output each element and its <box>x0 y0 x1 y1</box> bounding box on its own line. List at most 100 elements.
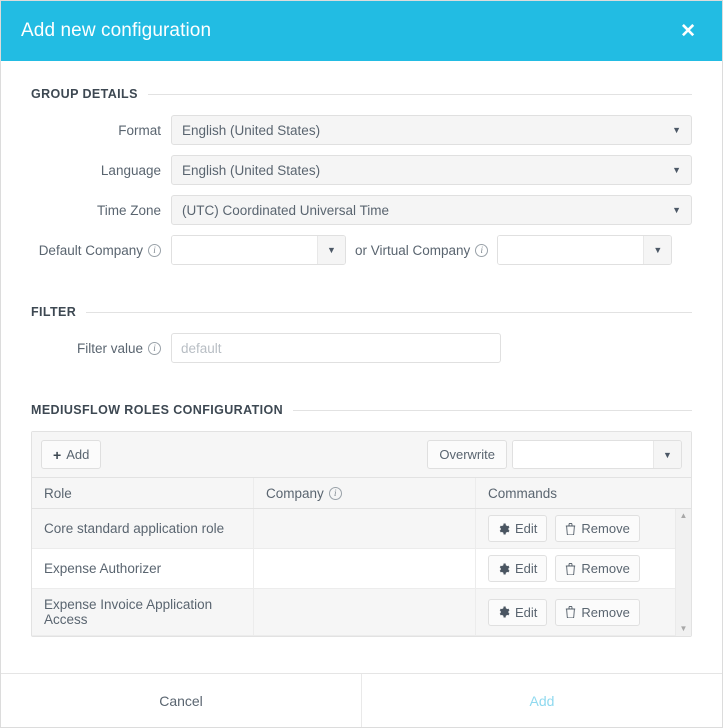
form-row-format: Format English (United States) ▼ <box>31 115 692 145</box>
gear-icon <box>498 522 510 535</box>
language-value: English (United States) <box>182 162 321 178</box>
section-header-filter: FILTER <box>31 305 692 319</box>
section-header-roles: MEDIUSFLOW ROLES CONFIGURATION <box>31 403 692 417</box>
row-commands: Edit Remove <box>476 509 691 548</box>
row-company <box>254 549 476 588</box>
section-title: MEDIUSFLOW ROLES CONFIGURATION <box>31 403 284 417</box>
edit-label: Edit <box>515 521 538 536</box>
info-icon[interactable]: i <box>328 486 342 500</box>
dialog-titlebar: Add new configuration ✕ <box>1 1 722 61</box>
add-button[interactable]: Add <box>362 674 722 727</box>
info-icon[interactable]: i <box>148 243 161 257</box>
form-row-filter-value: Filter value i <box>31 333 692 363</box>
remove-label: Remove <box>581 561 630 576</box>
or-virtual-company-label: or Virtual Company i <box>346 243 497 258</box>
section-title: FILTER <box>31 305 77 319</box>
roles-grid: + Add Overwrite ▼ Role Company i Command… <box>31 431 692 637</box>
virtual-company-value[interactable] <box>498 236 644 264</box>
edit-button[interactable]: Edit <box>488 598 548 626</box>
add-configuration-dialog: Add new configuration ✕ GROUP DETAILS Fo… <box>0 0 723 728</box>
remove-button[interactable]: Remove <box>555 555 640 582</box>
scroll-down-icon[interactable]: ▼ <box>680 625 688 633</box>
timezone-value: (UTC) Coordinated Universal Time <box>182 202 390 218</box>
trash-icon <box>565 606 576 618</box>
trash-icon <box>565 562 576 575</box>
format-value: English (United States) <box>182 122 321 138</box>
row-commands: Edit Remove <box>476 549 691 588</box>
format-select[interactable]: English (United States) ▼ <box>171 115 692 145</box>
remove-button[interactable]: Remove <box>555 598 640 626</box>
default-company-label: Default Company i <box>31 243 171 258</box>
info-icon[interactable]: i <box>148 341 161 355</box>
plus-icon: + <box>53 446 62 463</box>
remove-label: Remove <box>581 521 630 536</box>
or-virtual-company-label-text: or Virtual Company <box>355 242 471 258</box>
scroll-up-icon[interactable]: ▲ <box>680 512 688 520</box>
virtual-company-combo[interactable]: ▼ <box>497 235 673 265</box>
cancel-button[interactable]: Cancel <box>1 674 362 727</box>
table-row[interactable]: Expense Authorizer Edit Remove <box>32 549 691 589</box>
language-select[interactable]: English (United States) ▼ <box>171 155 692 185</box>
filter-value-label-text: Filter value <box>76 340 143 356</box>
overwrite-button[interactable]: Overwrite <box>427 440 507 469</box>
form-row-language: Language English (United States) ▼ <box>31 155 692 185</box>
close-icon[interactable]: ✕ <box>672 18 704 45</box>
remove-label: Remove <box>581 604 630 620</box>
filter-value-input[interactable] <box>171 333 501 363</box>
column-header-company-label: Company <box>266 485 324 501</box>
roles-grid-toolbar: + Add Overwrite ▼ <box>32 432 691 478</box>
add-role-button[interactable]: + Add <box>41 440 102 469</box>
chevron-down-icon[interactable]: ▼ <box>643 236 672 264</box>
default-company-value[interactable] <box>172 236 317 264</box>
table-row[interactable]: Core standard application role Edit Remo… <box>32 509 691 549</box>
section-divider <box>293 409 692 411</box>
default-company-combo[interactable]: ▼ <box>171 235 346 265</box>
dialog-body: GROUP DETAILS Format English (United Sta… <box>1 61 722 673</box>
edit-label: Edit <box>515 561 538 576</box>
section-title: GROUP DETAILS <box>31 87 138 101</box>
gear-icon <box>498 562 510 575</box>
section-divider <box>86 311 692 313</box>
row-role: Expense Invoice Application Access <box>32 589 254 635</box>
add-role-label: Add <box>66 447 90 462</box>
roles-grid-header: Role Company i Commands <box>32 478 691 509</box>
trash-icon <box>565 522 576 535</box>
overwrite-combo[interactable]: ▼ <box>512 440 682 469</box>
column-header-role: Role <box>32 478 254 508</box>
form-row-timezone: Time Zone (UTC) Coordinated Universal Ti… <box>31 195 692 225</box>
overwrite-value[interactable] <box>513 441 653 468</box>
filter-value-label: Filter value i <box>31 341 171 356</box>
row-company <box>254 589 476 635</box>
edit-button[interactable]: Edit <box>488 555 548 582</box>
form-row-default-company: Default Company i ▼ or Virtual Company i… <box>31 235 692 265</box>
chevron-down-icon: ▼ <box>672 165 681 175</box>
chevron-down-icon: ▼ <box>672 125 681 135</box>
roles-grid-body: Core standard application role Edit Remo… <box>32 509 691 636</box>
language-label: Language <box>100 162 161 178</box>
info-icon[interactable]: i <box>475 243 489 257</box>
format-label: Format <box>118 122 161 138</box>
timezone-label: Time Zone <box>96 202 161 218</box>
row-role: Core standard application role <box>32 509 254 548</box>
edit-label: Edit <box>515 604 538 620</box>
chevron-down-icon: ▼ <box>672 205 681 215</box>
timezone-select[interactable]: (UTC) Coordinated Universal Time ▼ <box>171 195 692 225</box>
row-commands: Edit Remove <box>476 593 691 632</box>
chevron-down-icon[interactable]: ▼ <box>653 441 681 468</box>
column-header-commands: Commands <box>488 485 558 501</box>
remove-button[interactable]: Remove <box>555 515 640 542</box>
row-company <box>254 509 476 548</box>
grid-vertical-scrollbar[interactable]: ▲ ▼ <box>675 509 691 636</box>
chevron-down-icon[interactable]: ▼ <box>317 236 345 264</box>
default-company-label-text: Default Company <box>38 242 143 258</box>
section-divider <box>147 93 692 95</box>
section-header-group-details: GROUP DETAILS <box>31 87 692 101</box>
dialog-title: Add new configuration <box>21 20 212 41</box>
dialog-footer: Cancel Add <box>1 673 722 727</box>
edit-button[interactable]: Edit <box>488 515 548 542</box>
column-header-company: Company i <box>254 478 476 508</box>
gear-icon <box>498 606 510 618</box>
table-row[interactable]: Expense Invoice Application Access Edit <box>32 589 691 636</box>
